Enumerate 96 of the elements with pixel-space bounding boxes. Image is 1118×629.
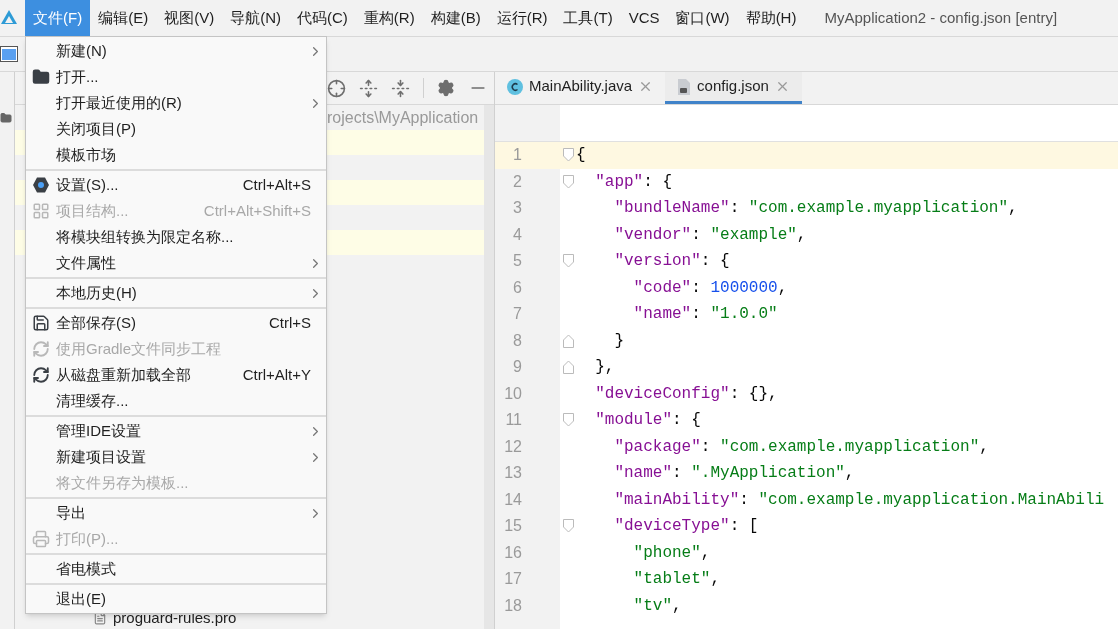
- line-number: 18: [504, 595, 522, 616]
- line-number: 17: [504, 569, 522, 590]
- code-text: "tv",: [632, 595, 682, 617]
- window-title: MyApplication2 - config.json [entry]: [824, 7, 1058, 28]
- line-number: 4: [513, 224, 522, 245]
- project-path: rojects\MyApplication: [327, 107, 479, 128]
- code-text: {: [576, 145, 586, 167]
- shortcut-label: Ctrl+S: [268, 312, 312, 333]
- line-number: 14: [504, 489, 522, 510]
- fold-marker-icon[interactable]: [562, 148, 574, 163]
- fold-marker-icon[interactable]: [562, 519, 574, 534]
- line-number: 2: [513, 171, 522, 192]
- printer-icon: [32, 530, 50, 548]
- menu-item[interactable]: 模板市场: [26, 142, 326, 168]
- menu-item[interactable]: 将模块组转换为限定名称...: [26, 224, 326, 250]
- shortcut-label: Ctrl+Alt+Y: [242, 364, 312, 385]
- code-text: "name": ".MyApplication",: [613, 463, 855, 485]
- fold-marker-icon[interactable]: [562, 333, 574, 348]
- file-icon: [677, 77, 692, 96]
- code-text: "code": 1000000,: [632, 277, 788, 299]
- line-number: 9: [513, 357, 522, 378]
- menu-bar-item[interactable]: 工具(T): [555, 0, 621, 36]
- line-number: 12: [504, 436, 522, 457]
- save-icon: [32, 314, 50, 332]
- editor-tab[interactable]: MainAbility.java: [495, 72, 666, 104]
- folder-icon[interactable]: [0, 112, 12, 124]
- menu-bar-item[interactable]: 构建(B): [422, 0, 489, 36]
- file-icon: [93, 611, 107, 625]
- code-text: "module": {: [594, 410, 701, 432]
- line-number: 15: [504, 516, 522, 537]
- menu-item[interactable]: 新建项目设置: [26, 444, 326, 470]
- settings-icon[interactable]: [437, 79, 455, 97]
- code-text: "app": {: [594, 171, 673, 193]
- scrollbar[interactable]: [484, 105, 494, 629]
- menu-item[interactable]: 本地历史(H): [26, 280, 326, 306]
- menu-bar-item[interactable]: 代码(C): [289, 0, 356, 36]
- code-text: "bundleName": "com.example.myapplication",: [613, 198, 1018, 220]
- menu-item[interactable]: 打开最近使用的(R): [26, 90, 326, 116]
- fold-marker-icon[interactable]: [562, 254, 574, 269]
- menu-bar-item[interactable]: 编辑(E): [90, 0, 157, 36]
- shortcut-label: Ctrl+Alt+S: [242, 174, 312, 195]
- menu-item[interactable]: 关闭项目(P): [26, 116, 326, 142]
- menu-item[interactable]: 省电模式: [26, 556, 326, 582]
- menu-item[interactable]: 打开...: [26, 64, 326, 90]
- line-number: 3: [513, 198, 522, 219]
- code-text: }: [613, 330, 624, 352]
- grid-icon: [32, 202, 50, 220]
- menu-item[interactable]: 从磁盘重新加载全部 Ctrl+Alt+Y: [26, 362, 326, 388]
- code-text: "version": {: [613, 251, 730, 273]
- folder-icon: [32, 68, 50, 86]
- menu-item[interactable]: 导出: [26, 500, 326, 526]
- code-text: "deviceConfig": {},: [594, 383, 778, 405]
- code-text: "phone",: [632, 542, 711, 564]
- code-text: "vendor": "example",: [613, 224, 807, 246]
- menu-item[interactable]: 清理缓存...: [26, 388, 326, 414]
- line-number: 1: [513, 145, 522, 166]
- editor-tab[interactable]: config.json: [665, 72, 802, 104]
- code-text: "tablet",: [632, 569, 721, 591]
- menu-bar-item[interactable]: 运行(R): [488, 0, 556, 36]
- shortcut-label: Ctrl+Alt+Shift+S: [203, 200, 312, 221]
- menu-bar-item[interactable]: 帮助(H): [737, 0, 805, 36]
- line-number: 5: [513, 251, 522, 272]
- settings-icon: [32, 176, 50, 194]
- fold-marker-icon[interactable]: [562, 174, 574, 189]
- code-text: "package": "com.example.myapplication",: [613, 436, 989, 458]
- class-icon: [507, 78, 523, 95]
- line-number: 7: [513, 304, 522, 325]
- menu-bar-item[interactable]: 导航(N): [222, 0, 289, 36]
- menu-item[interactable]: 全部保存(S) Ctrl+S: [26, 310, 326, 336]
- menu-bar-item[interactable]: 视图(V): [156, 0, 223, 36]
- menu-bar-item[interactable]: 重构(R): [355, 0, 423, 36]
- line-number: 16: [504, 542, 522, 563]
- menu-item[interactable]: 文件属性: [26, 250, 326, 276]
- window-icon[interactable]: [0, 46, 18, 62]
- collapse-all-icon[interactable]: [391, 78, 410, 98]
- menu-bar-item[interactable]: VCS: [620, 0, 668, 36]
- expand-all-icon[interactable]: [359, 78, 378, 98]
- line-number: 8: [513, 330, 522, 351]
- sync-icon: [32, 366, 50, 384]
- line-number: 6: [513, 277, 522, 298]
- sync-icon: [32, 340, 50, 358]
- line-number: 13: [504, 463, 522, 484]
- fold-marker-icon[interactable]: [562, 413, 574, 428]
- line-number: 10: [504, 383, 522, 404]
- code-text: "name": "1.0.0": [632, 304, 778, 326]
- fold-marker-icon[interactable]: [562, 360, 574, 375]
- line-number: 11: [505, 410, 522, 431]
- menu-item[interactable]: 新建(N): [26, 38, 326, 64]
- code-text: },: [594, 357, 615, 379]
- menu-bar-item[interactable]: 窗口(W): [667, 0, 738, 36]
- menu-item[interactable]: 设置(S)... Ctrl+Alt+S: [26, 172, 326, 198]
- menu-item[interactable]: 退出(E): [26, 586, 326, 612]
- code-text: "deviceType": [: [613, 516, 759, 538]
- locate-icon[interactable]: [327, 78, 346, 98]
- menu-item[interactable]: 管理IDE设置: [26, 418, 326, 444]
- code-text: "mainAbility": "com.example.myapplication.MainAbili: [613, 489, 1105, 511]
